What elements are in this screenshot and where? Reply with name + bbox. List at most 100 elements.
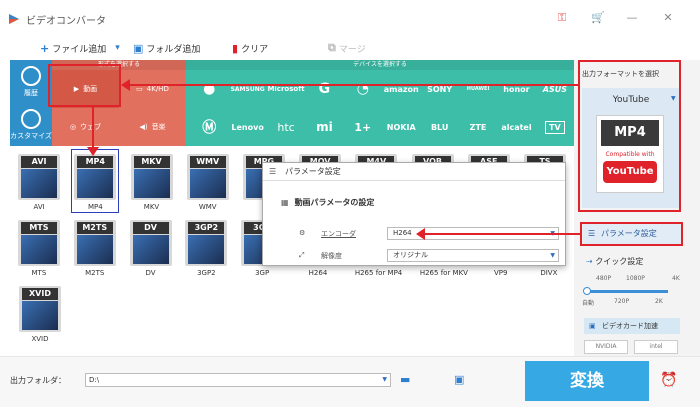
output-folder-label: 出力フォルダ： (10, 376, 66, 385)
device-tv[interactable]: TV (536, 108, 574, 146)
device-google[interactable]: G (305, 70, 343, 108)
highlight-output-format (578, 60, 681, 212)
format-thumbnail: M2TS (73, 220, 116, 266)
key-icon[interactable]: ⚿ (554, 11, 570, 25)
add-file-button[interactable]: + ファイル追加 ▾ (40, 41, 120, 55)
gpu-acceleration: ▣ ビデオカード加速 (584, 318, 680, 334)
format-thumbnail: MP4 (74, 154, 117, 200)
format-mkv[interactable]: MKV MKV (128, 150, 174, 212)
arrow-line (424, 233, 580, 235)
arrow-head-left-icon (416, 228, 425, 240)
highlight-parameter-button (580, 222, 683, 246)
format-dv[interactable]: DV DV (128, 216, 174, 278)
arrow-line (128, 84, 578, 86)
format-m2ts[interactable]: M2TS M2TS (72, 216, 118, 278)
merge-button[interactable]: ⧉ マージ (328, 41, 366, 55)
sliders-icon: ☰ (269, 167, 277, 176)
resolution-label: 解像度 (321, 252, 342, 260)
device-amazon[interactable]: amazon (382, 70, 420, 108)
chevron-down-icon: ▼ (550, 252, 555, 259)
alarm-clock-icon[interactable]: ⏰ (660, 372, 677, 388)
encoder-icon: ⚙ (299, 229, 306, 237)
category-web[interactable]: ◎ ウェブ (52, 108, 119, 146)
nav-history[interactable]: 履歴 (10, 60, 52, 103)
device-htc[interactable]: htc (267, 108, 305, 146)
close-icon[interactable]: ✕ (660, 11, 676, 24)
intel-toggle[interactable]: intel (634, 340, 678, 354)
folder-plus-icon: ▣ (133, 41, 144, 55)
device-zte[interactable]: ZTE (459, 108, 497, 146)
format-thumbnail: WMV (186, 154, 229, 200)
device-motorola[interactable]: Ⓜ (190, 108, 228, 146)
format-thumbnail: MKV (130, 154, 173, 200)
device-section-header: デバイスを選択する (186, 60, 574, 70)
arrow-icon: ⇢ (586, 257, 593, 266)
dialog-header: ☰ パラメータ設定 (263, 163, 565, 181)
device-xiaomi[interactable]: mi (305, 108, 343, 146)
resolution-select[interactable]: オリジナル ▼ (387, 249, 559, 262)
device-lg[interactable]: ◔ (344, 70, 382, 108)
cart-icon[interactable]: 🛒 (590, 11, 606, 24)
parameter-dialog: ☰パラメータ設定 ▦動画パラメータの設定 ⚙ エンコーダ H264▼ ⤢ 解像度… (262, 162, 566, 266)
quality-slider[interactable] (586, 290, 668, 293)
highlight-video-category (48, 64, 121, 107)
device-nokia[interactable]: NOKIA (382, 108, 420, 146)
format-wmv[interactable]: WMV WMV (185, 150, 231, 212)
folder-icon[interactable]: ▬ (400, 373, 410, 386)
chevron-down-icon[interactable]: ▾ (115, 43, 120, 53)
device-blu[interactable]: BLU (420, 108, 458, 146)
format-xvid[interactable]: XVID XVID (16, 282, 64, 344)
device-samsung[interactable]: SAMSUNG (228, 70, 266, 108)
nav-customize[interactable]: カスタマイズ (10, 103, 52, 146)
plus-icon: + (40, 41, 50, 55)
app-logo-icon (9, 14, 19, 24)
device-huawei[interactable]: HUAWEI (459, 70, 497, 108)
quick-settings-label: ⇢ クイック設定 (586, 257, 644, 266)
arrow-line (92, 107, 94, 151)
gpu-icon: ▣ (589, 322, 596, 330)
video-settings-icon: ▦ (281, 198, 289, 207)
format-avi[interactable]: AVI AVI (16, 150, 62, 212)
arrow-head-down-icon (87, 147, 99, 156)
device-sony[interactable]: SONY (420, 70, 458, 108)
format-thumbnail: AVI (18, 154, 61, 200)
speaker-icon: ◀) (139, 123, 148, 131)
device-honor[interactable]: honor (497, 70, 535, 108)
format-thumbnail: MTS (17, 220, 60, 266)
history-icon (21, 66, 41, 86)
device-lenovo[interactable]: Lenovo (228, 108, 266, 146)
app-title: ビデオコンバータ (26, 16, 106, 27)
minimize-icon[interactable]: — (624, 11, 640, 24)
trash-icon: ▮ (232, 41, 239, 55)
format-mp4[interactable]: MP4 MP4 (71, 149, 120, 213)
format-3gp2[interactable]: 3GP2 3GP2 (183, 216, 229, 278)
format-thumbnail: DV (129, 220, 172, 266)
output-path-input[interactable]: D:\ ▼ (85, 373, 391, 387)
device-alcatel[interactable]: alcatel (497, 108, 535, 146)
category-music[interactable]: ◀) 音楽 (119, 108, 186, 146)
chevron-down-icon: ▼ (382, 376, 387, 383)
format-mts[interactable]: MTS MTS (16, 216, 62, 278)
add-folder-button[interactable]: ▣ フォルダ追加 (133, 41, 200, 55)
device-microsoft[interactable]: Microsoft (267, 70, 305, 108)
convert-button[interactable]: 変換 (525, 361, 649, 401)
open-folder-icon[interactable]: ▣ (454, 373, 464, 386)
device-oneplus[interactable]: 1+ (344, 108, 382, 146)
format-thumbnail: XVID (19, 286, 61, 332)
gear-icon (21, 109, 41, 129)
device-asus[interactable]: ASUS (536, 70, 574, 108)
device-apple[interactable]: ● (190, 70, 228, 108)
arrow-head-left-icon (121, 79, 130, 91)
resolution-icon: ⤢ (299, 251, 305, 259)
video-param-section: ▦ 動画パラメータの設定 (281, 198, 375, 207)
4k-icon: ▭ (136, 85, 143, 93)
merge-icon: ⧉ (328, 41, 336, 54)
motorola-icon: Ⓜ (202, 120, 217, 136)
nvidia-toggle[interactable]: NVIDIA (584, 340, 628, 354)
format-thumbnail: 3GP2 (185, 220, 228, 266)
clear-button[interactable]: ▮ クリア (232, 41, 268, 55)
chrome-icon: ◎ (69, 123, 77, 131)
device-panel: デバイスを選択する ● SAMSUNG Microsoft G ◔ amazon… (186, 60, 574, 146)
slider-handle[interactable] (583, 287, 591, 295)
encoder-label: エンコーダ (321, 230, 356, 238)
